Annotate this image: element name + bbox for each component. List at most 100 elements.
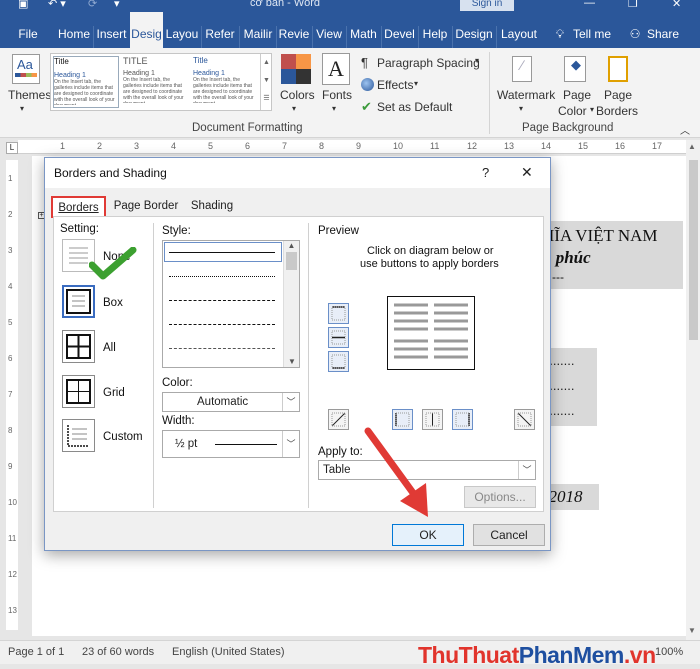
page-color-dropdown-icon[interactable]: ▾ [590,105,594,114]
border-style-list[interactable]: ▲ ▼ [162,240,300,368]
effects-button[interactable]: Effects [377,78,413,92]
vertical-scrollbar[interactable]: ▲ ▼ [686,140,700,640]
diagonal-down-border-button[interactable] [328,409,349,430]
cancel-button[interactable]: Cancel [473,524,545,546]
scroll-down-icon[interactable]: ▼ [284,357,300,366]
themes-label[interactable]: Themes [8,88,51,102]
page-borders-label[interactable]: Page [604,88,632,102]
colors-dropdown-icon[interactable]: ▾ [292,104,296,113]
themes-icon[interactable]: Aa [12,54,40,84]
preview-diagram[interactable] [387,296,475,370]
fonts-dropdown-icon[interactable]: ▾ [332,104,336,113]
style-set-gallery[interactable]: Title Heading 1 On the Insert tab, the g… [50,53,272,111]
scroll-down-icon[interactable]: ▼ [688,626,696,635]
tab-developer[interactable]: Devel [383,12,416,48]
tab-design[interactable]: Desig [130,12,163,48]
diagonal-up-border-button[interactable] [514,409,535,430]
style-set-thumb[interactable]: TITLE Heading 1 On the Insert tab, the g… [123,56,189,108]
undo-icon[interactable]: ↶ ▾ [48,0,66,10]
share-person-icon[interactable]: ⚇ [628,12,642,48]
colors-icon[interactable] [281,54,311,84]
scroll-thumb[interactable] [286,252,297,270]
zoom-level[interactable]: 100% [655,646,683,658]
page-color-button[interactable]: Color [558,104,587,118]
options-button[interactable]: Options... [464,486,536,508]
paragraph-spacing-dropdown-icon[interactable]: ▾ [475,56,479,65]
watermark-button[interactable]: Watermark [497,88,555,102]
tab-mailings[interactable]: Mailir [241,12,275,48]
color-dropdown[interactable]: Automatic ﹀ [162,392,300,412]
redo-icon[interactable]: ⟳ [88,0,97,10]
tab-borders[interactable]: Borders [51,196,106,218]
page-count[interactable]: Page 1 of 1 [8,646,64,658]
style-option-solid[interactable] [169,252,275,253]
tab-file[interactable]: File [8,12,48,48]
style-option-dash-dot[interactable] [169,348,275,349]
scroll-up-icon[interactable]: ▲ [688,142,696,151]
help-button[interactable]: ? [482,165,489,180]
scroll-up-icon[interactable]: ▲ [284,241,299,250]
tab-table-layout[interactable]: Layout [498,12,540,48]
word-count[interactable]: 23 of 60 words [82,646,154,658]
page-color-label[interactable]: Page [563,88,591,102]
page-color-icon[interactable]: ◆ [564,56,586,82]
setting-box-label[interactable]: Box [103,297,123,309]
tab-layout[interactable]: Layou [165,12,199,48]
close-window-icon[interactable]: ✕ [672,0,681,10]
chevron-down-icon[interactable]: ﹀ [518,461,535,479]
setting-all-label[interactable]: All [103,342,116,354]
style-set-thumb[interactable]: Title Heading 1 On the Insert tab, the g… [193,56,259,108]
effects-dropdown-icon[interactable]: ▾ [414,79,418,88]
inside-horizontal-border-button[interactable] [328,327,349,348]
share-button[interactable]: Share [646,12,680,48]
collapse-ribbon-icon[interactable]: ︿ [680,122,690,137]
save-icon[interactable]: ▣ [18,0,28,10]
dialog-close-button[interactable]: ✕ [521,164,533,181]
effects-icon[interactable] [361,78,374,91]
tab-shading[interactable]: Shading [186,196,238,217]
setting-custom-label[interactable]: Custom [103,431,143,443]
tab-math[interactable]: Math [348,12,379,48]
chevron-down-icon[interactable]: ﹀ [282,393,299,411]
bottom-border-button[interactable] [328,351,349,372]
tab-page-border[interactable]: Page Border [111,196,181,217]
top-border-button[interactable] [328,303,349,324]
watermark-icon[interactable]: ∕ [512,56,532,82]
tell-me-box[interactable]: Tell me [571,12,613,48]
colors-button[interactable]: Colors [280,88,315,102]
scroll-thumb[interactable] [689,160,698,340]
set-as-default-button[interactable]: Set as Default [377,100,452,114]
tab-review[interactable]: Revie [278,12,310,48]
tab-home[interactable]: Home [57,12,91,48]
tab-help[interactable]: Help [420,12,450,48]
themes-dropdown-icon[interactable]: ▾ [20,104,24,113]
fonts-icon[interactable]: A [322,53,350,85]
gallery-scroll[interactable]: ▲ ▼ ☰ [260,54,272,110]
chevron-down-icon[interactable]: ﹀ [282,431,299,457]
page-borders-button[interactable]: Borders [596,104,638,118]
sign-in-button[interactable]: Sign in [460,0,514,11]
style-set-thumb[interactable]: Title Heading 1 On the Insert tab, the g… [53,56,119,108]
style-option-long-dash[interactable] [169,324,275,325]
style-list-scrollbar[interactable]: ▲ ▼ [283,241,299,367]
width-dropdown[interactable]: ½ pt ﹀ [162,430,300,458]
style-option-dotted[interactable] [169,276,275,277]
tab-insert[interactable]: Insert [95,12,128,48]
right-border-button[interactable] [452,409,473,430]
tab-view[interactable]: View [314,12,344,48]
restore-icon[interactable]: ❐ [628,0,638,10]
setting-all-option[interactable] [62,330,95,363]
style-option-dashed[interactable] [169,300,275,301]
quick-access-more-icon[interactable]: ▾ [114,0,120,10]
paragraph-spacing-button[interactable]: Paragraph Spacing [377,56,480,70]
tab-references[interactable]: Refer [203,12,237,48]
minimize-icon[interactable]: — [584,0,595,9]
tab-table-design[interactable]: Design [454,12,494,48]
fonts-button[interactable]: Fonts [322,88,352,102]
setting-custom-option[interactable] [62,419,95,452]
language-indicator[interactable]: English (United States) [172,646,285,658]
setting-box-option[interactable] [62,285,95,318]
setting-grid-option[interactable] [62,375,95,408]
paragraph-spacing-icon[interactable]: ¶ [361,55,368,70]
tab-selector-icon[interactable]: L [6,142,18,154]
